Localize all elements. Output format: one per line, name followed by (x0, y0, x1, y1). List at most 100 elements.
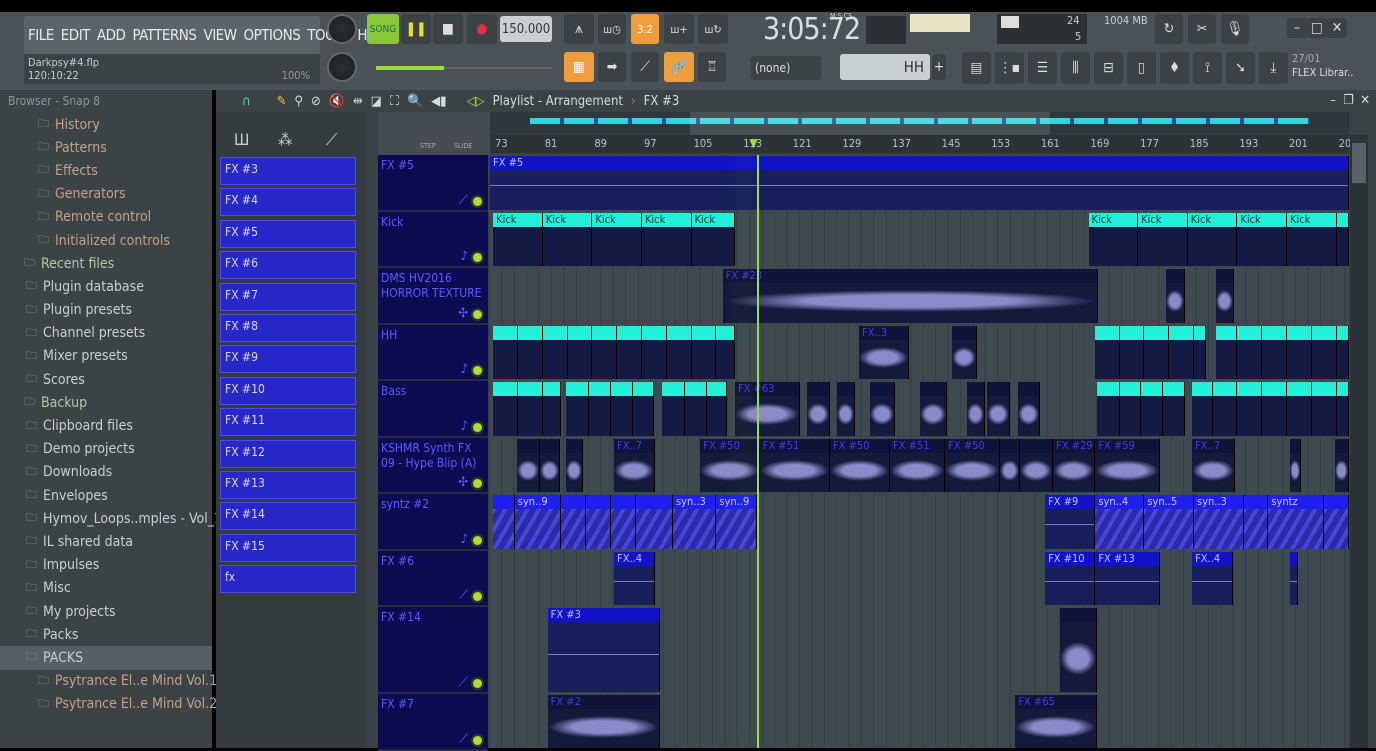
browser-item[interactable]: 🗀 Clipboard files (0, 414, 212, 437)
clip[interactable] (516, 438, 540, 492)
playback-tool-icon[interactable]: ◀▮ (431, 94, 446, 109)
clip[interactable] (1335, 438, 1349, 492)
clip[interactable] (1162, 382, 1186, 436)
clip[interactable]: FX #51 (890, 438, 946, 492)
browser-item[interactable]: 🗀 Scores (0, 368, 212, 391)
clip[interactable] (870, 382, 895, 436)
track-header[interactable]: FX #5 ⟋ (378, 155, 488, 212)
tempo-tapper-icon[interactable]: ➘ (1226, 52, 1255, 84)
clip[interactable] (566, 382, 590, 436)
browser-item[interactable]: 🗀 Plugin database (0, 275, 212, 298)
clip[interactable] (641, 325, 667, 379)
clip[interactable] (1311, 382, 1337, 436)
clip[interactable] (1193, 325, 1207, 379)
browser-item[interactable]: 🗀 Remote control (0, 206, 212, 229)
clip[interactable]: FX #10 (1045, 551, 1096, 605)
project-picker-icon[interactable]: ▯ (1127, 52, 1156, 84)
browser-item[interactable]: 🗀 PACKS (0, 646, 212, 670)
clip[interactable] (1166, 269, 1185, 323)
piano-roll-icon[interactable]: ☰ (1028, 52, 1057, 84)
clip[interactable] (566, 438, 584, 492)
close-button[interactable]: ✕ (1327, 18, 1347, 38)
browser-item[interactable]: 🗀 Recent files (0, 252, 212, 275)
clip[interactable] (1243, 495, 1269, 549)
delete-tool-icon[interactable]: ⊘ (311, 94, 321, 109)
track-header[interactable]: KSHMR Synth FX 09 - Hype Blip (A) ✣ (378, 437, 488, 494)
slice-tool-icon[interactable]: ◪ (371, 94, 382, 109)
clip[interactable]: Kick (1286, 212, 1337, 266)
track-enable-toggle[interactable] (473, 366, 482, 375)
menu-edit[interactable]: EDIT (61, 26, 91, 44)
pattern-picker-item[interactable]: FX #14 (220, 502, 356, 531)
master-pitch-knob[interactable] (327, 52, 357, 82)
clip[interactable] (493, 325, 518, 379)
channel-selector[interactable]: HH (840, 54, 930, 80)
clip[interactable] (1169, 325, 1194, 379)
pattern-picker-item[interactable]: FX #6 (220, 251, 356, 280)
clip[interactable]: FX #9 (1045, 495, 1096, 549)
clip[interactable]: Kick (641, 212, 692, 266)
menu-add[interactable]: ADD (97, 26, 126, 44)
touch-controller-icon[interactable]: ⟟ (1193, 52, 1222, 84)
browser-item[interactable]: 🗀 Patterns (0, 136, 212, 159)
clip[interactable]: FX #59 (1095, 438, 1161, 492)
metronome-icon[interactable]: ⩚ (564, 14, 594, 44)
clip[interactable]: FX #50 (700, 438, 760, 492)
plugin-picker-icon[interactable]: ♦ (1160, 52, 1189, 84)
clip[interactable]: Kick (493, 212, 543, 266)
clip[interactable] (586, 495, 611, 549)
clip[interactable] (542, 382, 562, 436)
clip[interactable] (837, 382, 856, 436)
clip[interactable] (1094, 325, 1120, 379)
pattern-picker-item[interactable]: FX #12 (220, 439, 356, 468)
clip[interactable] (589, 382, 611, 436)
clip[interactable]: FX..7 (614, 438, 655, 492)
track-enable-toggle[interactable] (473, 679, 482, 688)
minimize-button[interactable]: – (1287, 18, 1307, 38)
clip[interactable] (1336, 382, 1349, 436)
clip[interactable] (806, 382, 830, 436)
pattern-picker-item[interactable]: fx (220, 565, 356, 594)
clip[interactable] (632, 382, 655, 436)
clip[interactable] (1290, 551, 1299, 605)
channel-rack-icon[interactable]: ⋮▪ (995, 52, 1024, 84)
browser-item[interactable]: 🗀 Misc (0, 577, 212, 600)
microphone-icon[interactable]: 🎙 (1221, 14, 1249, 44)
clip[interactable] (685, 382, 708, 436)
add-pattern-button[interactable]: + (932, 54, 946, 80)
piano-roll-filter-icon[interactable]: Ш (234, 130, 249, 149)
pattern-picker-item[interactable]: FX #11 (220, 408, 356, 437)
mixer-icon[interactable]: ⫼ (1061, 52, 1090, 84)
clip[interactable] (1212, 382, 1238, 436)
browser-item[interactable]: 🗀 Impulses (0, 554, 212, 577)
browser-item[interactable]: 🗀 Generators (0, 183, 212, 206)
clip[interactable] (1237, 382, 1263, 436)
pattern-picker-item[interactable]: FX #7 (220, 282, 356, 311)
browser-item[interactable]: 🗀 Initialized controls (0, 229, 212, 252)
clip[interactable]: FX #51 (759, 438, 830, 492)
browser-item[interactable]: 🗀 Downloads (0, 461, 212, 484)
browser-icon[interactable]: ⊟ (1094, 52, 1123, 84)
tempo-display[interactable]: 150.000 (500, 16, 552, 42)
clip[interactable] (539, 438, 561, 492)
automation-filter-icon[interactable]: ⟋ (326, 130, 337, 150)
menu-options[interactable]: OPTIONS (244, 26, 301, 44)
typing-keyboard-icon[interactable]: ♖ (698, 52, 726, 82)
wait-input-icon[interactable]: ш◷ (598, 14, 626, 44)
clip[interactable]: Kick (592, 212, 642, 266)
pattern-picker-item[interactable]: FX #9 (220, 345, 356, 374)
clip[interactable] (1215, 325, 1238, 379)
vertical-scrollbar[interactable] (1350, 135, 1368, 748)
clip[interactable] (1119, 382, 1142, 436)
step-edit-icon[interactable]: ш+ (664, 14, 694, 44)
clip[interactable]: Kick (1138, 212, 1188, 266)
clip[interactable]: syn..9 (514, 495, 562, 549)
clip[interactable] (1262, 325, 1287, 379)
clip[interactable] (716, 325, 735, 379)
clip[interactable] (517, 325, 543, 379)
clip[interactable] (1324, 495, 1349, 549)
master-volume-knob[interactable] (327, 14, 357, 44)
pattern-picker-item[interactable]: FX #5 (220, 219, 356, 248)
stop-button[interactable]: ■ (433, 14, 463, 44)
track-header[interactable]: syntz #2 ♪ (378, 494, 488, 551)
